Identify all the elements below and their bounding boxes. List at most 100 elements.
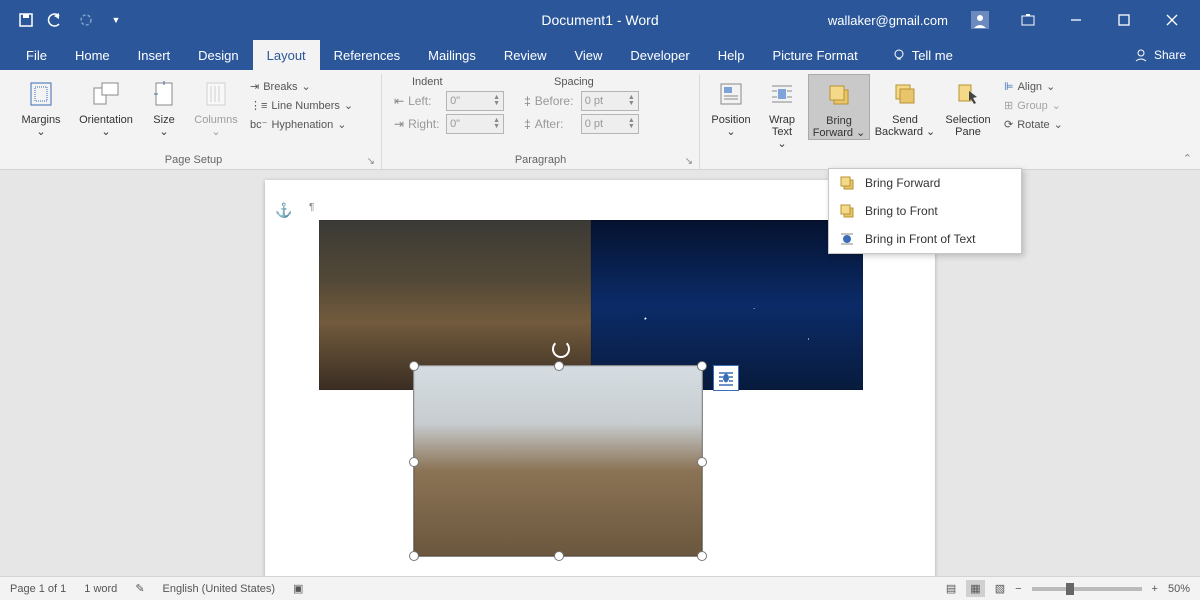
read-mode-icon[interactable]: ▤ [946, 582, 956, 595]
tab-layout[interactable]: Layout [253, 40, 320, 70]
breaks-button[interactable]: ⇥Breaks ⌄ [246, 78, 357, 95]
tab-insert[interactable]: Insert [124, 40, 185, 70]
breaks-icon: ⇥ [250, 80, 259, 93]
save-button[interactable] [12, 6, 40, 34]
tab-home[interactable]: Home [61, 40, 124, 70]
align-button[interactable]: ⊫Align ⌄ [1000, 78, 1067, 95]
rotate-button[interactable]: ⟳Rotate ⌄ [1000, 116, 1067, 133]
resize-handle-tc[interactable] [554, 361, 564, 371]
web-layout-icon[interactable]: ▧ [995, 582, 1005, 595]
line-numbers-button[interactable]: ⋮≡Line Numbers ⌄ [246, 97, 357, 114]
bring-in-front-of-text-icon [839, 231, 855, 247]
print-layout-icon[interactable]: ▦ [966, 580, 984, 597]
tab-mailings[interactable]: Mailings [414, 40, 490, 70]
columns-icon [200, 78, 232, 110]
bring-forward-icon [839, 175, 855, 191]
menu-bring-in-front-of-text[interactable]: Bring in Front of Text [829, 225, 1021, 253]
group-icon: ⊞ [1004, 99, 1013, 112]
margins-button[interactable]: Margins⌄ [12, 74, 70, 138]
close-button[interactable] [1150, 5, 1194, 35]
layout-options-button[interactable] [713, 365, 739, 391]
columns-button[interactable]: Columns⌄ [190, 74, 242, 138]
macro-record-icon[interactable]: ▣ [293, 582, 303, 595]
layout-options-icon [717, 369, 735, 387]
undo-button[interactable] [42, 6, 70, 34]
status-bar: Page 1 of 1 1 word ✎ English (United Sta… [0, 576, 1200, 600]
qat-dropdown[interactable]: ▼ [102, 6, 130, 34]
spacing-before-input[interactable]: 0 pt▲▼ [581, 91, 639, 111]
zoom-in-button[interactable]: + [1152, 583, 1158, 595]
tab-design[interactable]: Design [184, 40, 252, 70]
indent-right-icon: ⇥ [394, 117, 404, 131]
after-label: After: [535, 117, 577, 131]
paragraph-mark-icon: ¶ [309, 202, 314, 213]
collapse-ribbon-button[interactable]: ⌃ [1183, 152, 1192, 165]
hyphenation-button[interactable]: bc⁻Hyphenation ⌄ [246, 116, 357, 133]
indent-header: Indent [394, 76, 524, 88]
resize-handle-bl[interactable] [409, 551, 419, 561]
tab-picture-format[interactable]: Picture Format [758, 40, 871, 70]
status-page[interactable]: Page 1 of 1 [10, 583, 66, 595]
wrap-text-button[interactable]: Wrap Text⌄ [760, 74, 804, 150]
rotation-handle[interactable] [552, 340, 570, 358]
status-language[interactable]: English (United States) [163, 583, 276, 595]
quick-access-toolbar: ▼ [12, 6, 130, 34]
tab-help[interactable]: Help [704, 40, 759, 70]
share-button[interactable]: Share [1134, 48, 1186, 62]
page-setup-small-col: ⇥Breaks ⌄ ⋮≡Line Numbers ⌄ bc⁻Hyphenatio… [246, 74, 357, 133]
menu-bring-forward[interactable]: Bring Forward [829, 169, 1021, 197]
indent-right-input[interactable]: 0"▲▼ [446, 114, 504, 134]
menu-bring-to-front[interactable]: Bring to Front [829, 197, 1021, 225]
tell-me-search[interactable]: Tell me [878, 40, 967, 70]
resize-handle-mr[interactable] [697, 457, 707, 467]
account-avatar-icon[interactable] [958, 5, 1002, 35]
line-numbers-icon: ⋮≡ [250, 99, 267, 112]
spacing-header: Spacing [524, 76, 594, 88]
position-button[interactable]: Position⌄ [706, 74, 756, 138]
resize-handle-tr[interactable] [697, 361, 707, 371]
selection-pane-button[interactable]: Selection Pane [940, 74, 996, 138]
account-email[interactable]: wallaker@gmail.com [828, 13, 948, 28]
indent-left-icon: ⇤ [394, 94, 404, 108]
send-backward-icon [889, 78, 921, 110]
resize-handle-bc[interactable] [554, 551, 564, 561]
send-backward-button[interactable]: Send Backward ⌄ [874, 74, 936, 138]
tab-developer[interactable]: Developer [616, 40, 703, 70]
tab-review[interactable]: Review [490, 40, 561, 70]
resize-handle-ml[interactable] [409, 457, 419, 467]
position-icon [715, 78, 747, 110]
indent-left-input[interactable]: 0"▲▼ [446, 91, 504, 111]
minimize-button[interactable] [1054, 5, 1098, 35]
spacing-after-input[interactable]: 0 pt▲▼ [581, 114, 639, 134]
spellcheck-icon[interactable]: ✎ [135, 582, 144, 595]
bring-forward-button[interactable]: Bring Forward ⌄ [808, 74, 870, 140]
tab-file[interactable]: File [12, 40, 61, 70]
page-setup-dialog-launcher[interactable]: ↘ [367, 156, 375, 167]
redo-button[interactable] [72, 6, 100, 34]
maximize-button[interactable] [1102, 5, 1146, 35]
paragraph-dialog-launcher[interactable]: ↘ [685, 156, 693, 167]
status-word-count[interactable]: 1 word [84, 583, 117, 595]
lightbulb-icon [892, 48, 906, 62]
bring-to-front-icon [839, 203, 855, 219]
zoom-out-button[interactable]: − [1015, 583, 1021, 595]
left-label: Left: [408, 94, 442, 108]
group-button[interactable]: ⊞Group ⌄ [1000, 97, 1067, 114]
resize-handle-br[interactable] [697, 551, 707, 561]
image-3-selected[interactable] [413, 365, 703, 557]
align-icon: ⊫ [1004, 80, 1014, 93]
zoom-level[interactable]: 50% [1168, 583, 1190, 595]
ribbon: Margins⌄ Orientation⌄ Size⌄ Columns⌄ ⇥Br… [0, 70, 1200, 170]
resize-handle-tl[interactable] [409, 361, 419, 371]
orientation-button[interactable]: Orientation⌄ [74, 74, 138, 138]
tab-view[interactable]: View [560, 40, 616, 70]
tab-references[interactable]: References [320, 40, 414, 70]
arrange-small-col: ⊫Align ⌄ ⊞Group ⌄ ⟳Rotate ⌄ [1000, 74, 1067, 133]
bring-forward-icon [823, 79, 855, 111]
size-button[interactable]: Size⌄ [142, 74, 186, 138]
size-icon [148, 78, 180, 110]
ribbon-display-options-icon[interactable] [1006, 5, 1050, 35]
zoom-slider[interactable] [1032, 587, 1142, 591]
ribbon-tabs: File Home Insert Design Layout Reference… [0, 40, 1200, 70]
before-label: Before: [535, 94, 577, 108]
